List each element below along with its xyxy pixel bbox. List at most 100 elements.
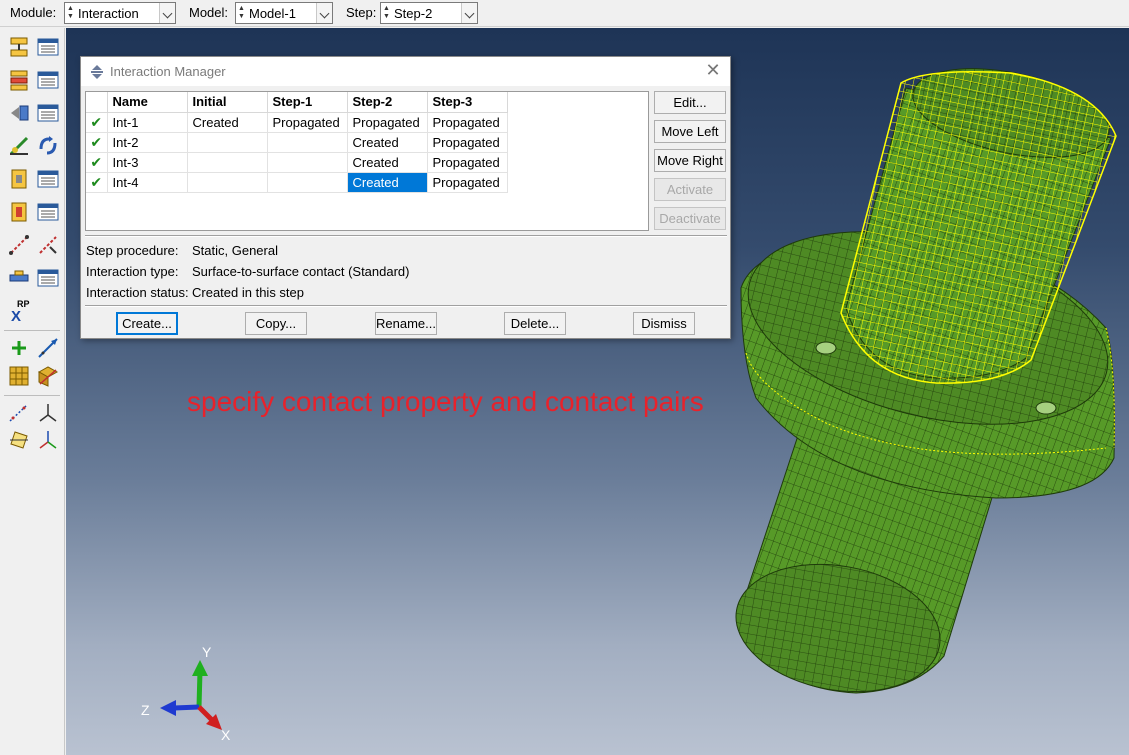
column-header-initial[interactable]: Initial — [187, 92, 268, 113]
active-checkmark-icon[interactable]: ✔ — [86, 132, 108, 153]
table-row[interactable]: ✔ Int-4 Created Propagated — [86, 172, 508, 193]
cell-name[interactable]: Int-1 — [107, 112, 188, 133]
interaction-manager-icon[interactable] — [36, 35, 60, 59]
cell-step-3[interactable]: Propagated — [427, 112, 508, 133]
chevron-down-icon[interactable] — [159, 3, 175, 23]
amplitude-create-icon[interactable] — [7, 266, 31, 290]
cell-step-2-selected[interactable]: Created — [347, 172, 428, 193]
step-procedure-row: Step procedure: Static, General — [86, 243, 278, 258]
query-points-icon[interactable] — [7, 401, 31, 425]
table-row[interactable]: ✔ Int-3 Created Propagated — [86, 152, 508, 173]
table-row[interactable]: ✔ Int-2 Created Propagated — [86, 132, 508, 153]
module-label: Module: — [10, 5, 57, 20]
constraint-create-icon[interactable] — [7, 101, 31, 125]
cell-step-1[interactable] — [267, 132, 348, 153]
partition-face-icon[interactable] — [7, 364, 31, 388]
query-plane-icon[interactable] — [7, 428, 31, 452]
edit-button[interactable]: Edit... — [654, 91, 726, 114]
cell-initial[interactable] — [187, 132, 268, 153]
triad-y-label: Y — [202, 644, 212, 660]
interaction-type-label: Interaction type: — [86, 264, 179, 279]
constraint-manager-icon[interactable] — [36, 101, 60, 125]
fastener-manager-icon[interactable] — [36, 167, 60, 191]
create-button[interactable]: Create... — [116, 312, 178, 335]
cell-step-3[interactable]: Propagated — [427, 152, 508, 173]
fastener-create-icon[interactable] — [7, 167, 31, 191]
cell-step-1[interactable]: Propagated — [267, 112, 348, 133]
spin-arrows-icon: ▲ ▼ — [238, 5, 245, 20]
copy-button[interactable]: Copy... — [245, 312, 307, 335]
close-icon[interactable]: ✕ — [704, 61, 722, 79]
wire-create-icon[interactable] — [7, 233, 31, 257]
delete-button[interactable]: Delete... — [504, 312, 566, 335]
cell-step-2[interactable]: Created — [347, 152, 428, 173]
module-value: Interaction — [78, 6, 139, 21]
deactivate-button[interactable]: Deactivate — [654, 207, 726, 230]
cell-step-2[interactable]: Propagated — [347, 112, 428, 133]
cell-initial[interactable]: Created — [187, 112, 268, 133]
cell-name[interactable]: Int-4 — [107, 172, 188, 193]
activate-button[interactable]: Activate — [654, 178, 726, 201]
interaction-status-row: Interaction status: Created in this step — [86, 285, 304, 300]
chevron-down-icon[interactable] — [316, 3, 332, 23]
column-header-name[interactable]: Name — [107, 92, 188, 113]
step-combo[interactable]: ▲ ▼ Step-2 — [380, 2, 478, 24]
rp-x-label: X — [11, 308, 22, 325]
toolbox-separator — [4, 395, 60, 396]
interaction-status-value: Created in this step — [192, 285, 305, 300]
active-checkmark-icon[interactable]: ✔ — [86, 112, 108, 133]
cell-name[interactable]: Int-2 — [107, 132, 188, 153]
cell-step-3[interactable]: Propagated — [427, 172, 508, 193]
interaction-create-icon[interactable] — [7, 35, 31, 59]
datum-point-icon[interactable] — [7, 336, 31, 360]
module-combo[interactable]: ▲ ▼ Interaction — [64, 2, 176, 24]
table-header-row: Name Initial Step-1 Step-2 Step-3 — [86, 92, 508, 113]
cell-step-3[interactable]: Propagated — [427, 132, 508, 153]
partition-cell-icon[interactable] — [36, 364, 60, 388]
wire-edit-icon[interactable] — [36, 233, 60, 257]
step-value: Step-2 — [394, 6, 433, 21]
active-checkmark-icon[interactable]: ✔ — [86, 172, 108, 193]
special-inertia-icon[interactable] — [7, 200, 31, 224]
cell-initial[interactable] — [187, 152, 268, 173]
model-combo[interactable]: ▲ ▼ Model-1 — [235, 2, 333, 24]
connector-section-icon[interactable] — [7, 134, 31, 158]
dismiss-button[interactable]: Dismiss — [633, 312, 695, 335]
spin-arrows-icon: ▲ ▼ — [383, 5, 390, 20]
toolbox-separator — [4, 330, 60, 331]
column-header-step-2[interactable]: Step-2 — [347, 92, 428, 113]
triad-x-label: X — [221, 727, 231, 743]
cell-step-1[interactable] — [267, 152, 348, 173]
interaction-property-manager-icon[interactable] — [36, 68, 60, 92]
separator — [85, 305, 727, 307]
connector-assign-icon[interactable] — [36, 134, 60, 158]
interaction-property-create-icon[interactable] — [7, 68, 31, 92]
datum-axis-icon[interactable] — [36, 336, 60, 360]
query-axis-icon[interactable] — [36, 401, 60, 425]
dialog-titlebar[interactable]: Interaction Manager ✕ — [81, 57, 730, 86]
active-checkmark-icon[interactable]: ✔ — [86, 152, 108, 173]
step-label: Step: — [346, 5, 377, 20]
manager-icon — [91, 65, 103, 79]
move-right-button[interactable]: Move Right — [654, 149, 726, 172]
column-header-step-1[interactable]: Step-1 — [267, 92, 348, 113]
cell-step-2[interactable]: Created — [347, 132, 428, 153]
cell-initial[interactable] — [187, 172, 268, 193]
rename-button[interactable]: Rename... — [375, 312, 437, 335]
interaction-type-value: Surface-to-surface contact (Standard) — [192, 264, 410, 279]
amplitude-manager-icon[interactable] — [36, 266, 60, 290]
reference-point-icon[interactable]: RP X — [9, 299, 39, 325]
triad-z-label: Z — [141, 702, 150, 718]
move-left-button[interactable]: Move Left — [654, 120, 726, 143]
column-header-step-3[interactable]: Step-3 — [427, 92, 508, 113]
cell-step-1[interactable] — [267, 172, 348, 193]
cell-name[interactable]: Int-3 — [107, 152, 188, 173]
separator — [85, 235, 727, 237]
dialog-title: Interaction Manager — [110, 64, 226, 79]
chevron-down-icon[interactable] — [461, 3, 477, 23]
table-row[interactable]: ✔ Int-1 Created Propagated Propagated Pr… — [86, 112, 508, 133]
toolbox: RP X — [0, 28, 65, 755]
interaction-manager-dialog: Interaction Manager ✕ Name Initial Step-… — [80, 56, 731, 339]
special-inertia-manager-icon[interactable] — [36, 200, 60, 224]
query-csys-icon[interactable] — [36, 428, 60, 452]
